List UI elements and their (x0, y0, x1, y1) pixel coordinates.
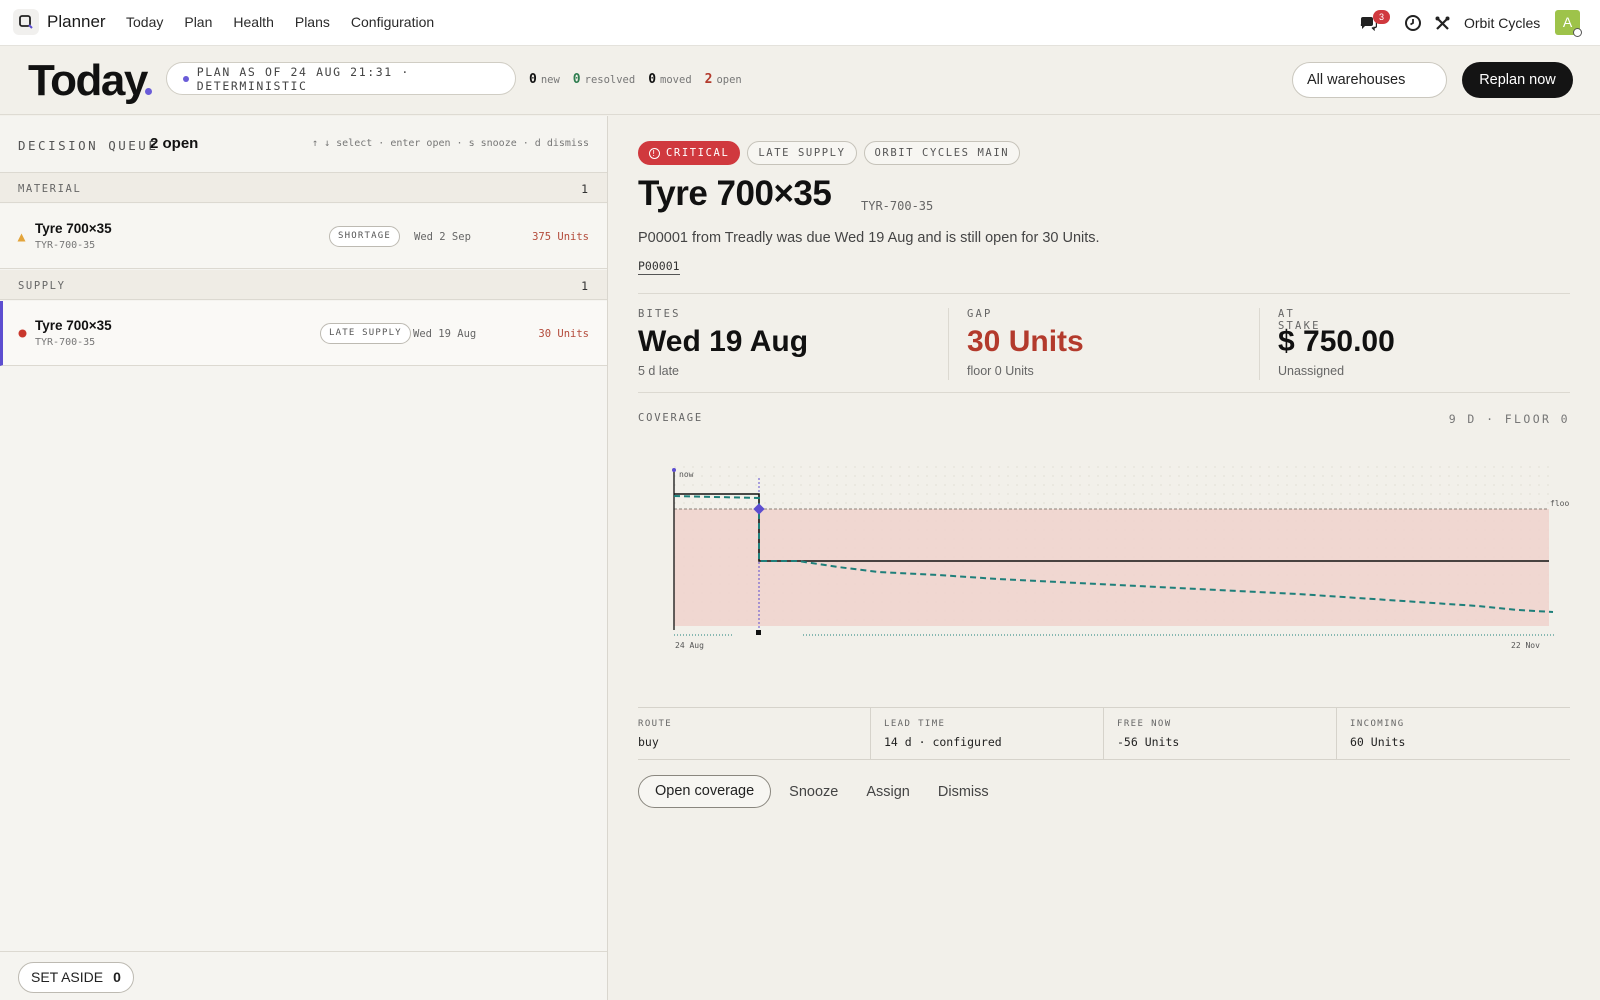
coverage-chart[interactable]: floor 0 now 24 Aug 22 Nov (638, 448, 1570, 678)
info-divider (870, 708, 871, 760)
stat-moved: 0 moved (648, 72, 692, 87)
notification-badge: 3 (1373, 10, 1390, 24)
critical-chip[interactable]: ! CRITICAL (638, 141, 741, 165)
coverage-label: COVERAGE (638, 412, 703, 424)
row-tag: LATE SUPPLY (320, 323, 411, 344)
queue-header: DECISION QUEUE 2 open ↑ ↓ select · enter… (0, 116, 607, 173)
warehouse-select[interactable]: All warehouses (1292, 62, 1447, 98)
plan-status-text: PLAN AS OF 24 AUG 21:31 · DETERMINISTIC (196, 64, 410, 93)
stat-resolved: 0 resolved (572, 72, 636, 87)
item-title: Tyre 700×35 (638, 174, 832, 213)
open-coverage-button[interactable]: Open coverage (638, 775, 772, 808)
stat-new: 0 new (529, 72, 560, 87)
info-lead-time: LEAD TIME 14 d · configured (884, 719, 1002, 749)
row-date: Wed 19 Aug (413, 328, 477, 340)
decision-actions: Open coverage Snooze Assign Dismiss (638, 775, 1017, 808)
nav-link-health[interactable]: Health (233, 14, 273, 30)
decision-queue-panel: DECISION QUEUE 2 open ↑ ↓ select · enter… (0, 116, 608, 1000)
set-aside-button[interactable]: SET ASIDE 0 (18, 962, 134, 993)
floor-label: floor 0 (1550, 499, 1570, 508)
page-title: Today (28, 56, 148, 105)
info-divider (1336, 708, 1337, 760)
row-date: Wed 2 Sep (414, 231, 471, 243)
queue-open-count: 2 open (150, 135, 199, 152)
nav-link-plans[interactable]: Plans (295, 14, 330, 30)
x-end-label: 22 Nov (1511, 641, 1540, 650)
info-route: ROUTE buy (638, 719, 673, 749)
title-accent-dot (145, 88, 152, 95)
item-info-grid: ROUTE buy LEAD TIME 14 d · configured FR… (638, 707, 1570, 760)
coverage-meta: 9 D · FLOOR 0 (1448, 412, 1570, 426)
group-name: MATERIAL (18, 183, 82, 195)
info-incoming: INCOMING 60 Units (1350, 719, 1406, 749)
plan-status-pill[interactable]: PLAN AS OF 24 AUG 21:31 · DETERMINISTIC (166, 62, 516, 95)
row-qty: 375 Units (532, 231, 589, 243)
queue-row-late-supply[interactable]: Tyre 700×35 TYR-700-35 LATE SUPPLY Wed 1… (0, 301, 607, 366)
x-start-label: 24 Aug (675, 641, 704, 650)
stat-open: 2 open (704, 72, 742, 87)
tools-icon[interactable] (1432, 13, 1452, 33)
replan-button[interactable]: Replan now (1462, 62, 1573, 98)
set-aside-count: 0 (113, 969, 121, 985)
page-header: Today PLAN AS OF 24 AUG 21:31 · DETERMIN… (0, 46, 1600, 115)
now-label: now (679, 470, 694, 479)
assign-button[interactable]: Assign (866, 784, 910, 800)
brand-name[interactable]: Planner (47, 12, 106, 32)
now-axis-dot (672, 468, 676, 472)
bite-date-marker (756, 630, 761, 635)
group-header-material[interactable]: MATERIAL 1 (0, 173, 607, 203)
row-qty: 30 Units (538, 328, 589, 340)
top-nav: Planner Today Plan Health Plans Configur… (0, 0, 1600, 46)
alert-circle-icon: ! (649, 147, 660, 159)
shortfall-band (674, 509, 1549, 626)
kpi-divider (948, 308, 949, 380)
row-sku: TYR-700-35 (35, 240, 96, 251)
set-aside-footer: SET ASIDE 0 (0, 951, 607, 1000)
status-chips: ! CRITICAL LATE SUPPLY ORBIT CYCLES MAIN (638, 141, 1021, 165)
nav-link-today[interactable]: Today (126, 14, 163, 30)
org-name[interactable]: Orbit Cycles (1464, 15, 1540, 31)
dismiss-button[interactable]: Dismiss (938, 784, 989, 800)
late-supply-chip[interactable]: LATE SUPPLY (747, 141, 857, 165)
queue-label: DECISION QUEUE (18, 138, 159, 153)
warning-triangle-icon (17, 233, 26, 242)
item-description: P00001 from Treadly was due Wed 19 Aug a… (638, 230, 1100, 246)
kpi-divider (1259, 308, 1260, 380)
row-tag: SHORTAGE (329, 226, 400, 247)
main-nav: Today Plan Health Plans Configuration (126, 14, 455, 30)
row-sku: TYR-700-35 (35, 337, 96, 348)
clock-icon[interactable] (1403, 13, 1423, 33)
planner-logo-icon[interactable] (13, 9, 39, 35)
kpi-row: BITES Wed 19 Aug 5 d late GAP 30 Units f… (638, 293, 1570, 393)
info-free-now: FREE NOW -56 Units (1117, 719, 1180, 749)
queue-row-shortage[interactable]: Tyre 700×35 TYR-700-35 SHORTAGE Wed 2 Se… (0, 204, 607, 269)
group-header-supply[interactable]: SUPPLY 1 (0, 270, 607, 300)
info-divider (1103, 708, 1104, 760)
warehouse-chip[interactable]: ORBIT CYCLES MAIN (863, 141, 1021, 165)
snooze-button[interactable]: Snooze (789, 784, 838, 800)
row-title: Tyre 700×35 (35, 221, 112, 236)
row-title: Tyre 700×35 (35, 318, 112, 333)
nav-link-configuration[interactable]: Configuration (351, 14, 434, 30)
keyboard-shortcuts-hint: ↑ ↓ select · enter open · s snooze · d d… (312, 138, 589, 149)
plan-status-dot-icon (183, 75, 189, 82)
critical-dot-icon (18, 329, 27, 338)
decision-detail-panel: ! CRITICAL LATE SUPPLY ORBIT CYCLES MAIN … (609, 116, 1600, 1000)
purchase-order-link[interactable]: P00001 (638, 259, 680, 275)
status-dot-icon (1573, 28, 1582, 37)
set-aside-label: SET ASIDE (31, 969, 104, 985)
item-sku: TYR-700-35 (861, 199, 934, 213)
group-name: SUPPLY (18, 280, 66, 292)
group-count: 1 (581, 182, 588, 196)
change-stats: 0 new 0 resolved 0 moved 2 open (529, 72, 755, 87)
group-count: 1 (581, 279, 588, 293)
nav-link-plan[interactable]: Plan (184, 14, 212, 30)
